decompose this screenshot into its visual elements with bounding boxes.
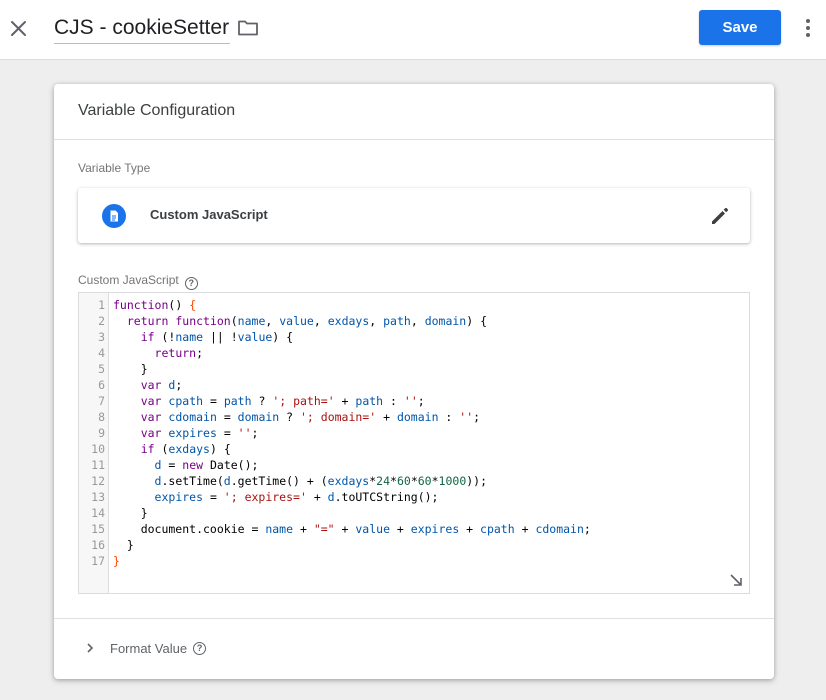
code-editor[interactable]: 1 function() { 2 return function(name, va… xyxy=(78,292,750,594)
custom-javascript-label-row: Custom JavaScript? xyxy=(78,273,198,290)
code-line: 16 } xyxy=(91,538,134,552)
chevron-right-icon xyxy=(87,643,94,653)
folder-button[interactable] xyxy=(236,16,260,40)
variable-type-value: Custom JavaScript xyxy=(150,207,268,222)
resize-icon[interactable] xyxy=(729,573,743,587)
card-divider xyxy=(54,139,774,140)
card-title: Variable Configuration xyxy=(78,102,236,119)
variable-configuration-card: Variable Configuration Variable Type Cus… xyxy=(54,84,774,679)
code-line: 17} xyxy=(91,554,120,568)
close-icon xyxy=(10,20,26,36)
custom-javascript-label: Custom JavaScript xyxy=(78,273,179,287)
format-value-toggle[interactable]: Format Value ? xyxy=(82,638,207,658)
format-value-label: Format Value xyxy=(110,640,188,656)
section-divider xyxy=(54,618,774,619)
more-options-button[interactable] xyxy=(800,14,816,42)
code-line: 4 return; xyxy=(98,346,204,360)
top-bar: CJS - cookieSetter Save xyxy=(0,0,826,60)
save-button[interactable]: Save xyxy=(699,10,781,45)
code-line: 15 document.cookie = name + "=" + value … xyxy=(91,522,591,536)
variable-name-input[interactable]: CJS - cookieSetter xyxy=(54,14,231,44)
document-icon xyxy=(102,204,126,228)
code-line: 1 function() { xyxy=(98,298,197,312)
code-line: 13 expires = '; expires=' + d.toUTCStrin… xyxy=(91,490,439,504)
more-vert-icon xyxy=(806,19,810,23)
code-line: 9 var expires = ''; xyxy=(98,426,259,440)
code-line: 14 } xyxy=(91,506,148,520)
code-line: 6 var d; xyxy=(98,378,183,392)
folder-icon xyxy=(238,20,258,36)
close-button[interactable] xyxy=(5,13,31,43)
code-line: 11 d = new Date(); xyxy=(91,458,259,472)
variable-type-selector[interactable]: Custom JavaScript xyxy=(78,188,750,243)
code-line: 7 var cpath = path ? '; path=' + path : … xyxy=(98,394,425,408)
pencil-icon[interactable] xyxy=(709,205,731,227)
code-line: 12 d.setTime(d.getTime() + (exdays*24*60… xyxy=(91,474,488,488)
help-icon[interactable]: ? xyxy=(184,277,198,290)
code-line: 3 if (!name || !value) { xyxy=(98,330,294,344)
code-line: 10 if (exdays) { xyxy=(91,442,231,456)
code-line: 8 var cdomain = domain ? '; domain=' + d… xyxy=(98,410,481,424)
code-lines: 1 function() { 2 return function(name, va… xyxy=(79,297,749,569)
help-icon[interactable]: ? xyxy=(193,641,207,655)
code-line: 2 return function(name, value, exdays, p… xyxy=(98,314,488,328)
code-line: 5 } xyxy=(98,362,148,376)
variable-type-label: Variable Type xyxy=(78,161,151,175)
